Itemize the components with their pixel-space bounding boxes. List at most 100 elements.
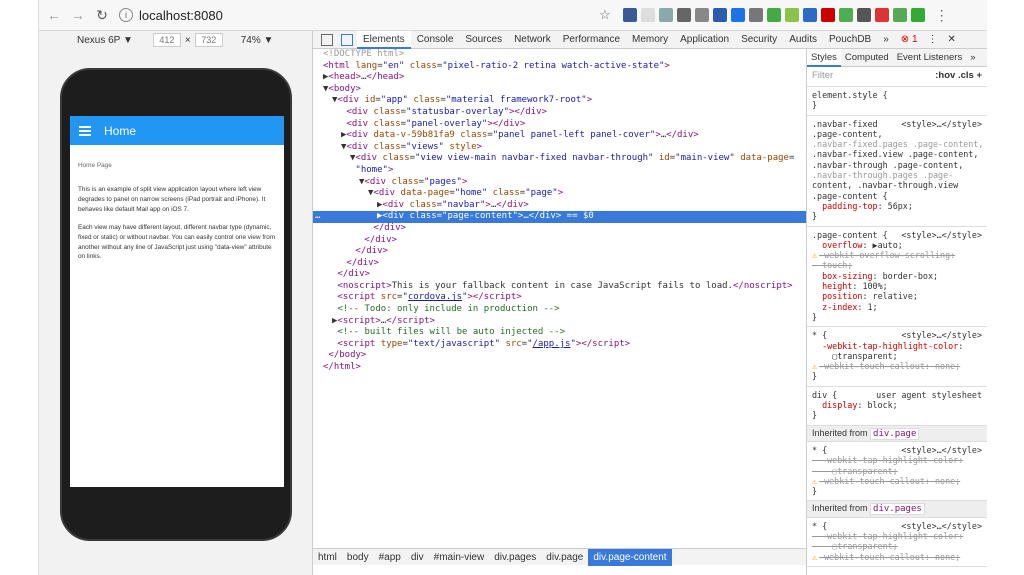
extension-icon[interactable] <box>676 8 691 22</box>
extension-icon[interactable] <box>766 8 781 22</box>
breadcrumb-item[interactable]: div.pages <box>489 549 541 566</box>
extension-icon[interactable] <box>802 8 817 22</box>
rule-source-link[interactable]: <style>…</style> <box>901 445 982 455</box>
device-model-select[interactable]: Nexus 6P ▼ <box>77 35 133 46</box>
tab-elements[interactable]: Elements <box>357 30 411 49</box>
style-rule-line[interactable]: overflow: ▶auto; <box>812 240 982 250</box>
dom-node-line[interactable]: </div> <box>313 246 806 258</box>
dom-node-line[interactable]: </div> <box>313 258 806 270</box>
dom-node-line[interactable]: <div class="panel-overlay"></div> <box>313 119 806 131</box>
tab-security[interactable]: Security <box>735 31 783 49</box>
error-count-badge[interactable]: ⊗ 1 <box>901 34 918 45</box>
extension-icon[interactable] <box>640 8 655 22</box>
dom-node-line[interactable]: ▼<div class="views" style> <box>313 142 806 154</box>
tab--[interactable]: » <box>877 31 895 49</box>
styles-tab-styles[interactable]: Styles <box>807 49 841 67</box>
chrome-menu-icon[interactable]: ⋮ <box>935 7 949 24</box>
tab-sources[interactable]: Sources <box>459 31 508 49</box>
dom-node-line[interactable]: ▶<script>…</script> <box>313 316 806 328</box>
reload-icon[interactable]: ↻ <box>93 6 111 24</box>
breadcrumb-item[interactable]: #app <box>374 549 406 566</box>
extension-icon[interactable] <box>748 8 763 22</box>
breadcrumb-item[interactable]: html <box>313 549 342 566</box>
rule-source-link[interactable]: user agent stylesheet <box>876 390 982 400</box>
dom-node-line[interactable]: <html lang="en" class="pixel-ratio-2 ret… <box>313 61 806 73</box>
dom-node-line[interactable]: </div> <box>313 269 806 281</box>
dom-node-line[interactable]: <noscript>This is your fallback content … <box>313 281 806 293</box>
style-rule-line[interactable]: box-sizing: border-box; <box>812 271 982 281</box>
style-rule-line[interactable]: height: 100%; <box>812 281 982 291</box>
dom-node-line[interactable]: <div class="statusbar-overlay"></div> <box>313 107 806 119</box>
rule-source-link[interactable]: <style>…</style> <box>901 230 982 240</box>
bookmark-star-icon[interactable]: ☆ <box>599 7 611 23</box>
dom-node-line[interactable]: ▶<div class="navbar">…</div> <box>313 200 806 212</box>
extension-icon[interactable] <box>856 8 871 22</box>
extension-icon[interactable] <box>820 8 835 22</box>
tab-network[interactable]: Network <box>508 31 557 49</box>
extension-icon[interactable] <box>694 8 709 22</box>
dom-node-line[interactable]: ▶<div data-v-59b81fa9 class="panel panel… <box>313 130 806 142</box>
dom-node-line[interactable]: </body> <box>313 350 806 362</box>
style-rule-line[interactable]: -webkit-tap-highlight-color: <box>812 455 982 465</box>
dom-node-line[interactable]: </div> <box>313 235 806 247</box>
dom-node-line[interactable]: </html> <box>313 362 806 374</box>
style-rule-line[interactable]: ⚠ -webkit-touch-callout: none; <box>812 361 982 371</box>
tab-memory[interactable]: Memory <box>626 31 674 49</box>
styles-filter[interactable]: Filter :hov .cls + <box>807 67 987 87</box>
rule-source-link[interactable]: <style>…</style> <box>901 119 982 129</box>
style-rule-line[interactable]: ⚠ -webkit-touch-callout: none; <box>812 476 982 486</box>
dom-node-line[interactable]: <script type="text/javascript" src="/app… <box>313 339 806 351</box>
back-icon[interactable]: ← <box>45 6 63 24</box>
tab-console[interactable]: Console <box>411 31 460 49</box>
extension-icon[interactable] <box>892 8 907 22</box>
style-rule-line[interactable]: ▢transparent; <box>812 466 982 476</box>
extension-icon[interactable] <box>658 8 673 22</box>
forward-icon[interactable]: → <box>69 6 87 24</box>
styles-tab--[interactable]: » <box>966 49 979 67</box>
style-rule-line[interactable]: position: relative; <box>812 291 982 301</box>
breadcrumb-item[interactable]: div.page-content <box>588 548 672 566</box>
info-icon[interactable]: i <box>119 8 133 22</box>
dom-node-line[interactable]: </div> <box>313 223 806 235</box>
rule-source-link[interactable]: <style>…</style> <box>901 521 982 531</box>
inherited-selector-link[interactable]: div.pages <box>870 503 925 516</box>
style-rule-line[interactable]: ⚠ -webkit-overflow-scrolling: <box>812 250 982 260</box>
device-height-input[interactable]: 732 <box>194 33 223 47</box>
inherited-selector-link[interactable]: div.page <box>870 427 920 440</box>
extension-icon[interactable] <box>730 8 745 22</box>
url-text[interactable]: localhost:8080 <box>139 8 223 23</box>
tab-pouchdb[interactable]: PouchDB <box>823 31 877 49</box>
dom-node-line[interactable]: <!DOCTYPE html> <box>313 49 806 61</box>
style-rule-line[interactable]: padding-top: 56px; <box>812 201 982 211</box>
dom-node-selected[interactable]: … ▶<div class="page-content">…</div> == $… <box>313 211 806 223</box>
inspect-element-icon[interactable] <box>321 33 333 46</box>
zoom-select[interactable]: 74% ▼ <box>241 35 274 46</box>
breadcrumb-item[interactable]: div.page <box>541 549 588 566</box>
device-toggle-icon[interactable] <box>341 33 353 46</box>
breadcrumb-item[interactable]: #main-view <box>429 549 490 566</box>
elements-tree[interactable]: <!DOCTYPE html> <html lang="en" class="pi… <box>313 49 806 548</box>
styles-tab-event-listeners[interactable]: Event Listeners <box>893 49 966 67</box>
extension-icon[interactable] <box>874 8 889 22</box>
url-field[interactable]: i localhost:8080 <box>119 4 589 26</box>
hamburger-menu-icon[interactable] <box>79 124 91 138</box>
tab-application[interactable]: Application <box>674 31 735 49</box>
styles-tab-computed[interactable]: Computed <box>841 49 893 67</box>
extension-icon[interactable] <box>712 8 727 22</box>
breadcrumb-item[interactable]: body <box>342 549 374 566</box>
dom-node-line[interactable]: <!-- built files will be auto injected -… <box>313 327 806 339</box>
style-rule-line[interactable]: -webkit-tap-highlight-color: <box>812 341 982 351</box>
extension-icon[interactable] <box>910 8 925 22</box>
tab-performance[interactable]: Performance <box>557 31 626 49</box>
dom-node-line[interactable]: ▼<div id="app" class="material framework… <box>313 95 806 107</box>
style-rule-line[interactable]: display: block; <box>812 400 982 410</box>
extension-icon[interactable] <box>622 8 637 22</box>
style-rule-line[interactable]: -webkit-tap-highlight-color: <box>812 531 982 541</box>
extension-icon[interactable] <box>838 8 853 22</box>
style-rule-line[interactable]: ▢transparent; <box>812 541 982 551</box>
dom-node-line[interactable]: <!-- Todo: only include in production --… <box>313 304 806 316</box>
dom-node-line[interactable]: ▼<div data-page="home" class="page"> <box>313 188 806 200</box>
devtools-close-icon[interactable]: ✕ <box>948 34 956 45</box>
dom-node-line[interactable]: ▶<head>…</head> <box>313 72 806 84</box>
filter-input[interactable]: Filter <box>812 71 833 82</box>
